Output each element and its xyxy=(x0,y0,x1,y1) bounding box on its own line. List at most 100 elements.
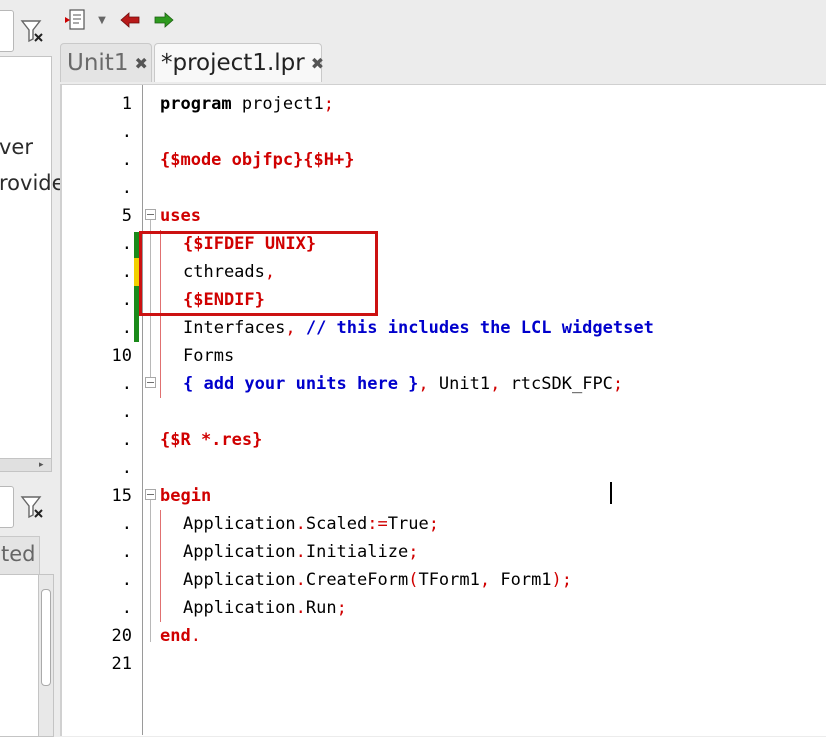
identifier: True xyxy=(387,514,429,534)
vertical-scrollbar[interactable] xyxy=(38,574,54,737)
gutter-separator xyxy=(142,85,143,735)
left-panel: ver rovide ▸ ted xyxy=(0,0,65,737)
tab-label: *project1.lpr xyxy=(161,50,305,76)
filter-input-top[interactable] xyxy=(0,10,14,52)
line-number: . xyxy=(121,318,132,338)
identifier: Application xyxy=(183,570,296,590)
keyword: uses xyxy=(160,206,201,226)
close-tab-icon[interactable]: ✖ xyxy=(311,54,324,73)
code-line-5[interactable]: uses xyxy=(160,202,201,230)
jump-list-icon xyxy=(65,9,85,30)
code-line-9[interactable]: Interfaces, // this includes the LCL wid… xyxy=(183,314,654,342)
object-tree[interactable] xyxy=(0,574,40,737)
identifier: Interfaces xyxy=(183,318,286,338)
identifier: Application xyxy=(183,542,296,562)
highlight-box xyxy=(139,231,378,316)
component-list[interactable]: ver rovide xyxy=(0,56,65,460)
symbol: ; xyxy=(408,542,419,562)
jump-list-button[interactable] xyxy=(64,7,88,33)
line-number: . xyxy=(121,598,132,618)
keyword: program xyxy=(160,94,232,114)
line-number: . xyxy=(121,542,132,562)
code-line-18[interactable]: Application.CreateForm(TForm1, Form1); xyxy=(183,566,572,594)
identifier: Application xyxy=(183,514,296,534)
symbol: , xyxy=(285,318,296,338)
directive: {$mode objfpc}{$H+} xyxy=(160,150,355,170)
tab-project1-lpr[interactable]: *project1.lpr ✖ xyxy=(154,43,324,82)
line-number: 1 xyxy=(121,94,132,114)
symbol: . xyxy=(295,542,306,562)
line-number: . xyxy=(121,430,132,450)
fold-line xyxy=(150,500,151,642)
tab-unit1[interactable]: Unit1 ✖ xyxy=(60,43,152,82)
tab-partial[interactable]: ted xyxy=(0,536,40,575)
symbol: ( xyxy=(408,570,419,590)
code-line-16[interactable]: Application.Scaled:=True; xyxy=(183,510,439,538)
line-number: . xyxy=(121,458,132,478)
tab-label: Unit1 xyxy=(67,50,129,76)
symbol: ) xyxy=(551,570,562,590)
scrollbar-thumb[interactable] xyxy=(41,589,51,686)
filter-input-bottom[interactable] xyxy=(0,486,14,528)
forward-arrow-icon xyxy=(154,12,174,28)
code-line-19[interactable]: Application.Run; xyxy=(183,594,347,622)
line-number: . xyxy=(121,262,132,282)
fold-toggle-begin[interactable] xyxy=(145,489,156,500)
line-number: . xyxy=(121,402,132,422)
symbol: ; xyxy=(428,514,439,534)
horizontal-scrollbar[interactable]: ▸ xyxy=(0,458,52,472)
keyword: end xyxy=(160,626,191,646)
line-number: 15 xyxy=(111,486,132,506)
symbol: := xyxy=(367,514,388,534)
line-number: 21 xyxy=(111,654,132,674)
forward-button[interactable] xyxy=(152,7,176,33)
code-line-3[interactable]: {$mode objfpc}{$H+} xyxy=(160,146,354,174)
symbol: , xyxy=(490,374,501,394)
identifier: Unit1 xyxy=(428,374,491,394)
code-line-11[interactable]: { add your units here }, Unit1, rtcSDK_F… xyxy=(183,370,623,398)
line-number: . xyxy=(121,290,132,310)
comment: // this includes the LCL widgetset xyxy=(295,318,654,338)
fold-toggle-uses[interactable] xyxy=(145,209,156,220)
line-number: . xyxy=(121,570,132,590)
identifier: rtcSDK_FPC xyxy=(500,374,613,394)
list-text-partial-1: ver xyxy=(0,135,33,159)
line-number: 10 xyxy=(111,346,132,366)
symbol: , xyxy=(479,570,491,590)
close-tab-icon[interactable]: ✖ xyxy=(134,54,147,73)
identifier: Initialize xyxy=(305,542,409,562)
line-number: . xyxy=(121,122,132,142)
code-line-10[interactable]: Forms xyxy=(183,342,234,370)
symbol: ; xyxy=(561,570,573,590)
fold-toggle-end-uses[interactable] xyxy=(145,377,156,388)
code-line-1[interactable]: program project1; xyxy=(160,90,334,118)
symbol: . xyxy=(295,570,306,590)
symbol: ; xyxy=(323,94,335,114)
jump-list-dropdown[interactable]: ▼ xyxy=(96,7,108,33)
identifier: Form1 xyxy=(490,570,552,590)
line-number: . xyxy=(121,150,132,170)
identifier: CreateForm xyxy=(305,570,409,590)
filter-clear-icon xyxy=(20,496,43,519)
list-text-partial-2: rovide xyxy=(0,171,65,195)
scroll-right-icon[interactable]: ▸ xyxy=(39,460,44,470)
keyword: begin xyxy=(160,486,212,506)
filter-clear-button-top[interactable] xyxy=(18,16,48,46)
back-button[interactable] xyxy=(118,7,142,33)
directive: {$R *.res} xyxy=(160,430,263,450)
identifier: Forms xyxy=(183,346,235,366)
symbol: ; xyxy=(612,374,624,394)
editor-tabbar: Unit1 ✖ *project1.lpr ✖ xyxy=(58,40,826,84)
editor-toolbar: ▼ xyxy=(58,0,826,40)
identifier: Scaled xyxy=(305,514,368,534)
code-line-20[interactable]: end. xyxy=(160,622,201,650)
chevron-down-icon: ▼ xyxy=(98,14,106,26)
comment: { add your units here } xyxy=(183,374,419,394)
code-line-13[interactable]: {$R *.res} xyxy=(160,426,262,454)
filter-clear-button-bottom[interactable] xyxy=(18,492,48,522)
symbol: . xyxy=(295,514,306,534)
code-line-15[interactable]: begin xyxy=(160,482,211,510)
code-line-17[interactable]: Application.Initialize; xyxy=(183,538,418,566)
symbol: . xyxy=(295,598,306,618)
line-number: 5 xyxy=(121,206,132,226)
